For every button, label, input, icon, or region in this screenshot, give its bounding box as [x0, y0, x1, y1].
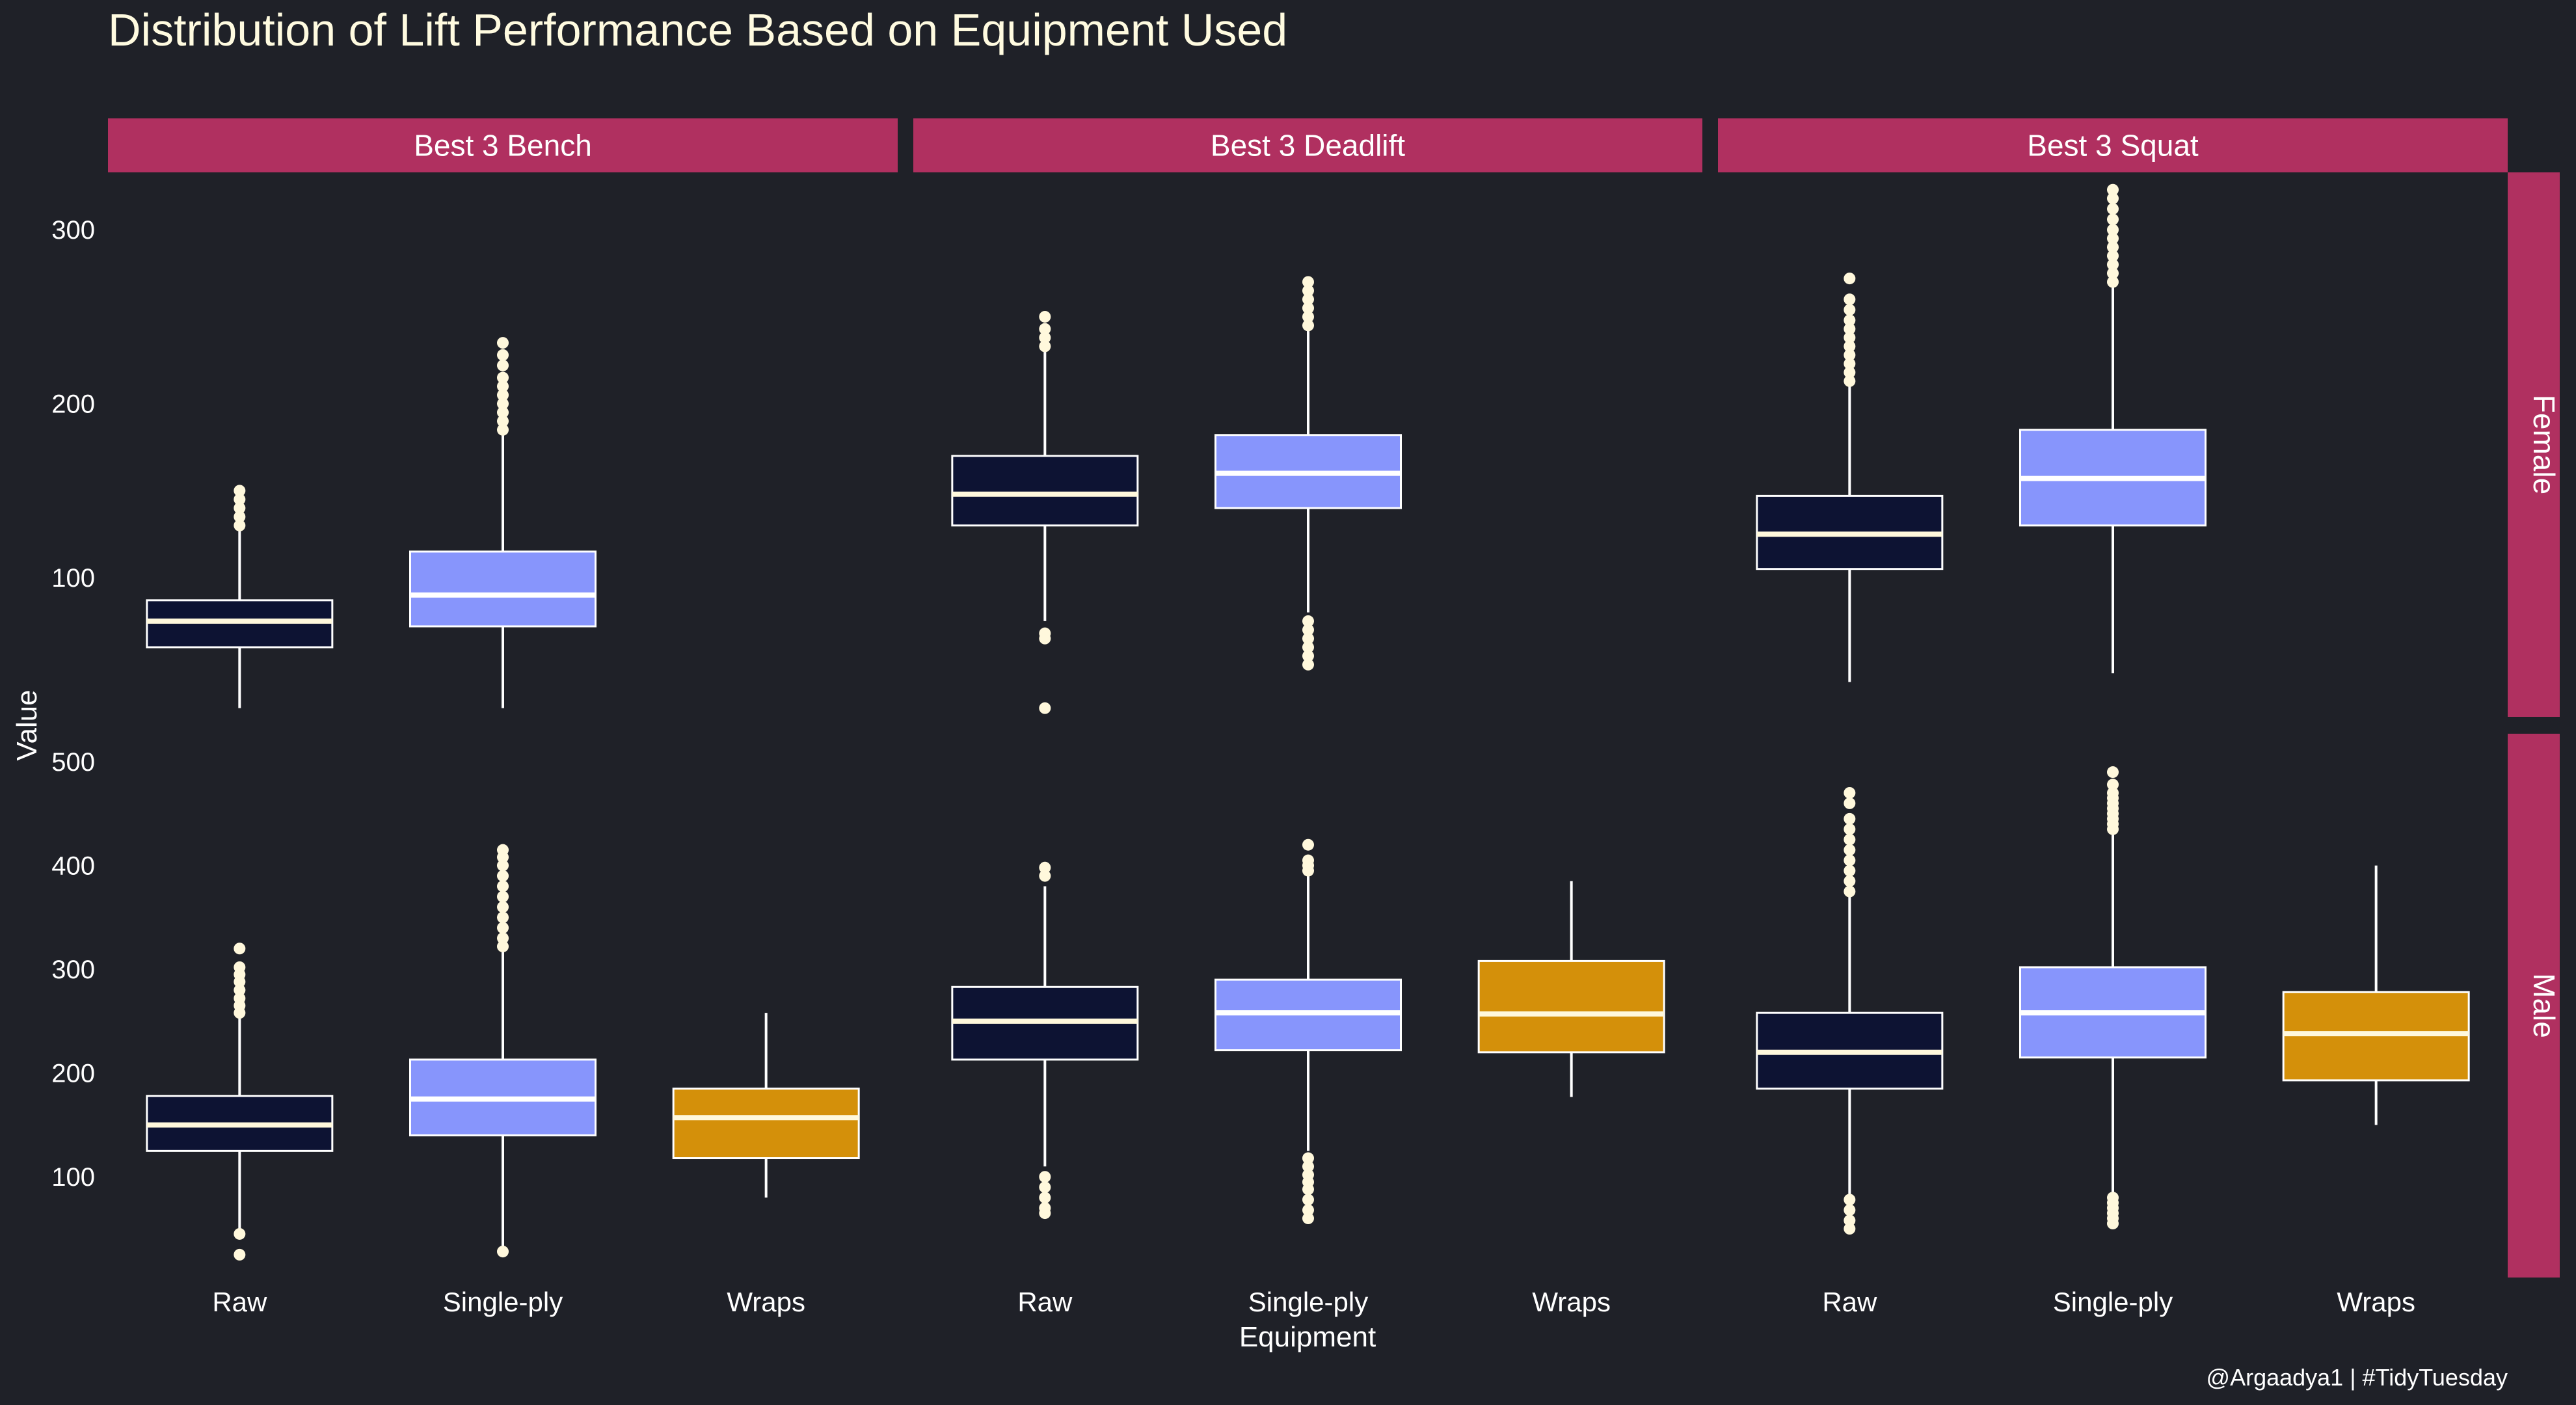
outlier-point: [497, 932, 509, 944]
outlier-point: [497, 371, 509, 384]
box-single-ply: [409, 550, 597, 628]
outlier-point: [1844, 875, 1856, 887]
outlier-point: [234, 961, 246, 973]
outlier-point: [1844, 864, 1856, 877]
outlier-point: [2107, 779, 2119, 791]
outlier-point: [1302, 1194, 1314, 1206]
outlier-point: [1302, 1152, 1314, 1164]
outlier-point: [2107, 183, 2119, 196]
outlier-point: [497, 911, 509, 924]
y-tick-label: 100: [51, 564, 95, 593]
outlier-point: [1844, 1214, 1856, 1227]
outlier-point: [1844, 823, 1856, 835]
y-axis-title: Value: [11, 689, 43, 760]
outlier-point: [497, 880, 509, 892]
outlier-point: [1844, 1204, 1856, 1216]
outlier-point: [497, 1246, 509, 1258]
box-raw: [146, 599, 334, 649]
x-tick-label: Single-ply: [443, 1287, 563, 1317]
box-wraps: [1477, 959, 1665, 1054]
outlier-point: [1039, 702, 1051, 714]
outlier-point: [497, 890, 509, 903]
outlier-point: [1844, 1194, 1856, 1206]
box-raw: [951, 455, 1139, 527]
outlier-point: [497, 870, 509, 882]
outlier-point: [1844, 854, 1856, 866]
outlier-point: [234, 1248, 246, 1261]
x-tick-label: Wraps: [1532, 1287, 1611, 1317]
outlier-point: [1844, 786, 1856, 799]
outlier-point: [2107, 213, 2119, 226]
box-wraps: [672, 1088, 860, 1160]
facet-row-label: Male: [2527, 973, 2561, 1038]
chart-background: [0, 0, 2576, 1405]
caption: @Argaadya1 | #TidyTuesday: [2207, 1364, 2508, 1391]
outlier-point: [1039, 310, 1051, 323]
outlier-point: [1039, 861, 1051, 874]
outlier-point: [1302, 838, 1314, 851]
facet-row-label: Female: [2527, 395, 2561, 494]
outlier-point: [497, 359, 509, 371]
outlier-point: [1302, 854, 1314, 866]
x-axis-title: Equipment: [1239, 1321, 1376, 1353]
outlier-point: [1039, 627, 1051, 639]
outlier-point: [2107, 203, 2119, 215]
facet-strip-label: Best 3 Deadlift: [1211, 129, 1405, 163]
outlier-point: [1844, 797, 1856, 809]
outlier-point: [1039, 1202, 1051, 1214]
outlier-point: [1844, 293, 1856, 306]
x-tick-label: Single-ply: [1248, 1287, 1368, 1317]
y-tick-label: 500: [51, 748, 95, 777]
y-tick-label: 400: [51, 852, 95, 881]
x-tick-label: Raw: [1017, 1287, 1073, 1317]
outlier-point: [497, 901, 509, 913]
outlier-point: [1039, 323, 1051, 335]
x-tick-label: Single-ply: [2053, 1287, 2173, 1317]
outlier-point: [1844, 833, 1856, 846]
x-tick-label: Raw: [212, 1287, 267, 1317]
facet-strip-label: Best 3 Bench: [414, 129, 592, 163]
outlier-point: [2107, 1192, 2119, 1204]
x-tick-label: Wraps: [727, 1287, 805, 1317]
outlier-point: [2107, 766, 2119, 779]
boxplot-chart: Distribution of Lift Performance Based o…: [0, 0, 2576, 1405]
y-tick-label: 200: [51, 390, 95, 419]
outlier-point: [1844, 314, 1856, 327]
outlier-point: [1844, 812, 1856, 825]
outlier-point: [1039, 1171, 1051, 1183]
chart-title: Distribution of Lift Performance Based o…: [108, 5, 1287, 55]
outlier-point: [1039, 1181, 1051, 1194]
outlier-point: [1039, 1192, 1051, 1204]
x-tick-label: Wraps: [2337, 1287, 2415, 1317]
outlier-point: [1844, 273, 1856, 285]
outlier-point: [1844, 885, 1856, 898]
y-tick-label: 300: [51, 956, 95, 984]
outlier-point: [234, 485, 246, 497]
outlier-point: [497, 922, 509, 934]
outlier-point: [497, 349, 509, 361]
y-tick-label: 100: [51, 1163, 95, 1192]
outlier-point: [1302, 615, 1314, 627]
facet-strip-label: Best 3 Squat: [2027, 129, 2199, 163]
outlier-point: [1302, 276, 1314, 288]
y-tick-label: 200: [51, 1060, 95, 1088]
outlier-point: [497, 337, 509, 349]
outlier-point: [1844, 844, 1856, 856]
x-tick-label: Raw: [1822, 1287, 1877, 1317]
outlier-point: [497, 844, 509, 856]
outlier-point: [2107, 224, 2119, 236]
outlier-point: [1844, 304, 1856, 316]
outlier-point: [234, 943, 246, 955]
y-tick-label: 300: [51, 216, 95, 245]
outlier-point: [234, 1227, 246, 1240]
outlier-point: [1302, 1204, 1314, 1216]
